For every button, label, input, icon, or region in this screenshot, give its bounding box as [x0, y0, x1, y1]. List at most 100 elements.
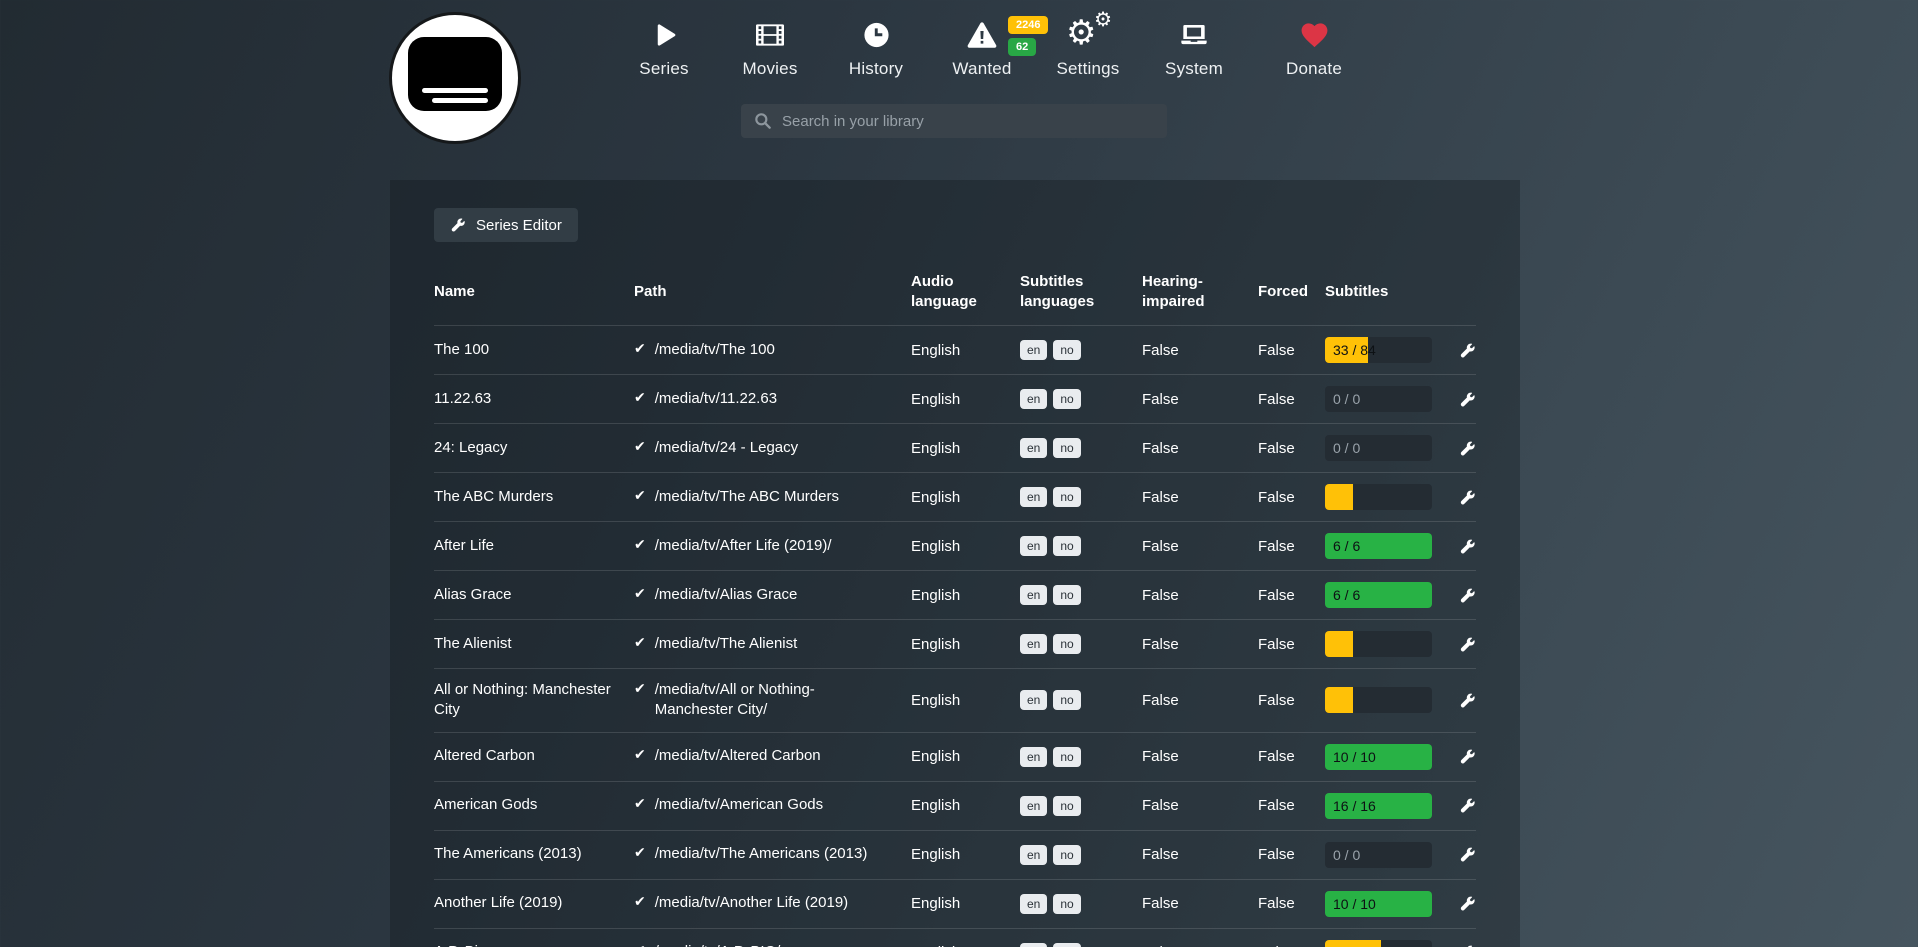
series-path: ✔ /media/tv/The Alienist: [634, 634, 911, 654]
series-name-link[interactable]: After Life: [434, 536, 634, 556]
series-name-link[interactable]: A.P. Bio: [434, 942, 634, 947]
series-name-link[interactable]: 24: Legacy: [434, 438, 634, 458]
wrench-icon[interactable]: [1459, 797, 1476, 814]
language-badge: no: [1053, 747, 1080, 767]
wrench-icon[interactable]: [1459, 636, 1476, 653]
series-name-link[interactable]: The ABC Murders: [434, 487, 634, 507]
series-path: ✔ /media/tv/24 - Legacy: [634, 438, 911, 458]
series-path: ✔ /media/tv/The Americans (2013): [634, 844, 911, 864]
subtitles-progress-cell: 0 / 0: [1325, 435, 1452, 461]
series-name-link[interactable]: Another Life (2019): [434, 893, 634, 913]
series-path: ✔ /media/tv/The 100: [634, 340, 911, 360]
hearing-impaired-value: False: [1142, 440, 1258, 457]
wrench-icon[interactable]: [1459, 489, 1476, 506]
table-body: The 100 ✔ /media/tv/The 100 English enno…: [434, 325, 1476, 947]
check-icon: ✔: [634, 389, 646, 409]
series-name-link[interactable]: All or Nothing: Manchester City: [434, 680, 634, 721]
wrench-icon[interactable]: [1459, 748, 1476, 765]
wrench-icon[interactable]: [1459, 538, 1476, 555]
wrench-icon[interactable]: [1459, 692, 1476, 709]
subtitles-progress-bar: 13 / 26: [1325, 940, 1432, 947]
subtitles-progress-bar: 0 / 0: [1325, 386, 1432, 412]
series-path-text: /media/tv/All or Nothing- Manchester Cit…: [655, 680, 891, 721]
col-path: Path: [634, 282, 911, 302]
series-editor-button[interactable]: Series Editor: [434, 208, 578, 242]
laptop-icon: [1176, 14, 1212, 56]
wrench-icon[interactable]: [1459, 587, 1476, 604]
progress-fill: [1325, 484, 1353, 510]
forced-value: False: [1258, 391, 1325, 408]
progress-fill: [1325, 631, 1353, 657]
subtitles-progress-cell: 16 / 16: [1325, 793, 1452, 819]
hearing-impaired-value: False: [1142, 391, 1258, 408]
series-name-link[interactable]: American Gods: [434, 795, 634, 815]
language-badge: no: [1053, 487, 1080, 507]
subtitles-languages-badges: enno: [1020, 340, 1142, 360]
language-badge: en: [1020, 585, 1047, 605]
nav-item-history[interactable]: History: [823, 14, 929, 79]
nav-item-series[interactable]: Series: [611, 14, 717, 79]
subtitles-progress-cell: 33 / 84: [1325, 337, 1452, 363]
language-badge: en: [1020, 894, 1047, 914]
subtitles-languages-badges: enno: [1020, 438, 1142, 458]
app-logo[interactable]: [389, 12, 521, 144]
series-name-link[interactable]: Altered Carbon: [434, 746, 634, 766]
language-badge: en: [1020, 634, 1047, 654]
language-badge: no: [1053, 536, 1080, 556]
progress-label: 6 / 6: [1333, 582, 1360, 608]
subtitles-languages-badges: enno: [1020, 690, 1142, 710]
check-icon: ✔: [634, 795, 646, 815]
nav-label: Donate: [1286, 59, 1342, 79]
wrench-icon[interactable]: [1459, 846, 1476, 863]
series-name-link[interactable]: The Americans (2013): [434, 844, 634, 864]
search-input[interactable]: [782, 113, 1155, 130]
nav-item-system[interactable]: System: [1141, 14, 1247, 79]
nav-label: System: [1165, 59, 1223, 79]
wrench-icon[interactable]: [1459, 440, 1476, 457]
language-badge: en: [1020, 747, 1047, 767]
table-row: The ABC Murders ✔ /media/tv/The ABC Murd…: [434, 472, 1476, 521]
nav-item-movies[interactable]: Movies: [717, 14, 823, 79]
row-actions: [1452, 538, 1476, 555]
series-path: ✔ /media/tv/After Life (2019)/: [634, 536, 911, 556]
subtitles-languages-badges: enno: [1020, 634, 1142, 654]
check-icon: ✔: [634, 680, 646, 700]
series-path: ✔ /media/tv/Another Life (2019): [634, 893, 911, 913]
row-actions: [1452, 489, 1476, 506]
nav-item-wanted[interactable]: Wanted 2246 62: [929, 14, 1035, 79]
subtitles-progress-cell: 6 / 6: [1325, 582, 1452, 608]
progress-label: 0 / 0: [1333, 842, 1360, 868]
series-name-link[interactable]: The Alienist: [434, 634, 634, 654]
nav-item-settings[interactable]: ⚙⚙ Settings: [1035, 14, 1141, 79]
subtitles-progress-bar: 16 / 16: [1325, 793, 1432, 819]
subtitles-languages-badges: enno: [1020, 796, 1142, 816]
check-icon: ✔: [634, 536, 646, 556]
series-name-link[interactable]: 11.22.63: [434, 389, 634, 409]
series-path-text: /media/tv/The Americans (2013): [655, 844, 868, 864]
table-row: The 100 ✔ /media/tv/The 100 English enno…: [434, 325, 1476, 374]
progress-label: 10 / 10: [1333, 891, 1376, 917]
table-row: Alias Grace ✔ /media/tv/Alias Grace Engl…: [434, 570, 1476, 619]
table-row: The Alienist ✔ /media/tv/The Alienist En…: [434, 619, 1476, 668]
gears-icon: ⚙⚙: [1066, 14, 1110, 56]
audio-language-value: English: [911, 489, 1020, 506]
series-path: ✔ /media/tv/The ABC Murders: [634, 487, 911, 507]
forced-value: False: [1258, 440, 1325, 457]
wrench-icon[interactable]: [1459, 342, 1476, 359]
check-icon: ✔: [634, 746, 646, 766]
wrench-icon[interactable]: [1459, 391, 1476, 408]
series-name-link[interactable]: Alias Grace: [434, 585, 634, 605]
subtitles-progress-bar: 0 / 0: [1325, 435, 1432, 461]
subtitles-languages-badges: enno: [1020, 943, 1142, 947]
audio-language-value: English: [911, 692, 1020, 709]
col-subtitles-languages: Subtitles languages: [1020, 272, 1142, 311]
subtitles-progress-bar: [1325, 631, 1432, 657]
wrench-icon[interactable]: [1459, 895, 1476, 912]
series-name-link[interactable]: The 100: [434, 340, 634, 360]
forced-value: False: [1258, 895, 1325, 912]
language-badge: no: [1053, 585, 1080, 605]
nav-item-donate[interactable]: Donate: [1261, 14, 1367, 79]
series-path-text: /media/tv/Alias Grace: [655, 585, 798, 605]
table-row: All or Nothing: Manchester City ✔ /media…: [434, 668, 1476, 732]
play-icon: [649, 14, 679, 56]
